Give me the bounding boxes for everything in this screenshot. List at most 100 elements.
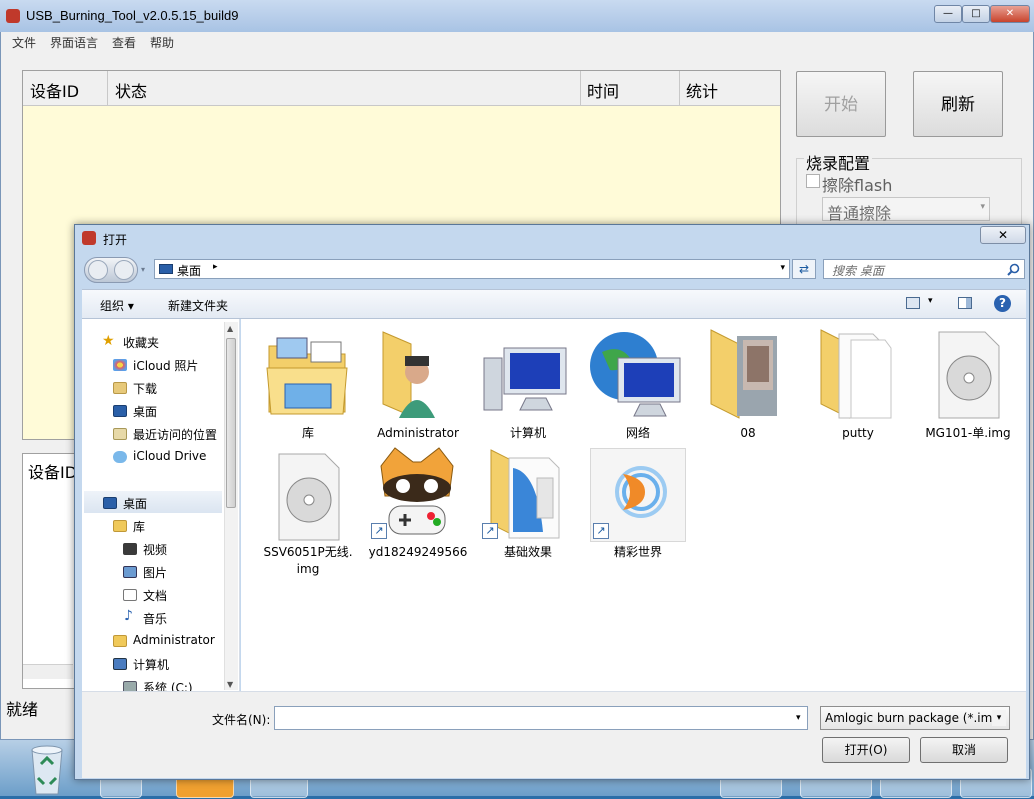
breadcrumb-arrow-icon[interactable]: ▸: [213, 262, 218, 272]
chevron-down-icon[interactable]: ▾: [928, 296, 933, 306]
filename-input[interactable]: [274, 706, 808, 730]
filetype-select[interactable]: Amlogic burn package (*.img ▾: [820, 706, 1010, 730]
column-divider: [580, 71, 581, 105]
nav-scroll-thumb[interactable]: [226, 338, 236, 508]
nav-administrator[interactable]: Administrator: [133, 633, 215, 647]
dialog-title: 打开: [103, 233, 128, 247]
minimize-button[interactable]: —: [934, 5, 962, 23]
refresh-icon[interactable]: ⇄: [792, 259, 816, 279]
disc-image-icon: [938, 331, 1000, 419]
file-item[interactable]: [260, 328, 356, 423]
icloud-drive-icon: [113, 451, 127, 463]
app-icon: [6, 9, 20, 23]
shortcut-arrow-icon: ↗: [593, 523, 609, 539]
column-divider: [679, 71, 680, 105]
folder-icon: [820, 329, 892, 419]
menu-view[interactable]: 查看: [112, 34, 136, 51]
nav-icloud-drive[interactable]: iCloud Drive: [133, 449, 206, 463]
file-item[interactable]: [260, 450, 356, 545]
view-options-icon[interactable]: [906, 297, 920, 309]
forward-arrow-icon[interactable]: [114, 260, 134, 280]
computer-icon: [483, 347, 567, 411]
menu-file[interactable]: 文件: [12, 34, 36, 51]
dialog-close-button[interactable]: ✕: [980, 226, 1026, 244]
menu-language[interactable]: 界面语言: [50, 34, 98, 51]
nav-computer[interactable]: 计算机: [133, 656, 169, 673]
search-icon[interactable]: [1007, 263, 1020, 276]
preview-pane-icon[interactable]: [958, 297, 972, 309]
column-divider: [107, 71, 108, 105]
nav-desktop-fav[interactable]: 桌面: [133, 403, 157, 420]
recent-locations-icon[interactable]: ▾: [141, 265, 145, 274]
file-name: 网络: [625, 426, 650, 440]
maximize-button[interactable]: □: [962, 5, 990, 23]
file-name: 库: [301, 426, 314, 440]
scroll-down-icon[interactable]: ▼: [227, 680, 233, 689]
status-text: 就绪: [6, 700, 39, 719]
nav-videos[interactable]: 视频: [143, 541, 167, 558]
nav-music[interactable]: 音乐: [143, 610, 167, 627]
refresh-button[interactable]: 刷新: [913, 71, 1003, 137]
cancel-button[interactable]: 取消: [920, 737, 1008, 763]
nav-documents[interactable]: 文档: [143, 587, 167, 604]
address-bar[interactable]: 桌面 ▸ ▾: [154, 259, 790, 279]
desktop-icon: [103, 497, 117, 509]
network-icon: [590, 332, 681, 417]
close-button[interactable]: ✕: [990, 5, 1030, 23]
horizontal-scrollbar[interactable]: [23, 664, 73, 679]
file-item[interactable]: [700, 328, 796, 423]
open-button[interactable]: 打开(O): [822, 737, 910, 763]
nav-favorites[interactable]: 收藏夹: [123, 334, 159, 351]
video-icon: [123, 543, 137, 555]
file-item[interactable]: [920, 328, 1016, 423]
organize-button[interactable]: 组织 ▾: [100, 297, 134, 314]
star-icon: ★: [102, 333, 115, 349]
downloads-icon: [113, 382, 127, 394]
nav-downloads[interactable]: 下载: [133, 380, 157, 397]
dialog-bottom-area: [82, 691, 1026, 778]
shortcut-arrow-icon: ↗: [371, 523, 387, 539]
erase-flash-checkbox[interactable]: [806, 174, 820, 188]
filename-label: 文件名(N):: [212, 713, 271, 727]
col-device-id[interactable]: 设备ID: [30, 78, 79, 102]
col-time[interactable]: 时间: [587, 78, 619, 102]
nav-recent-places[interactable]: 最近访问的位置: [133, 426, 217, 443]
desktop-icon: [159, 264, 173, 274]
back-arrow-icon[interactable]: [88, 260, 108, 280]
col-status[interactable]: 状态: [115, 78, 147, 102]
chevron-down-icon[interactable]: ▾: [780, 263, 785, 273]
new-folder-button[interactable]: 新建文件夹: [168, 297, 228, 314]
breadcrumb-desktop[interactable]: 桌面: [177, 262, 201, 279]
library-folder-icon: [266, 337, 348, 415]
start-button[interactable]: 开始: [796, 71, 886, 137]
col-stats[interactable]: 统计: [686, 78, 718, 102]
file-name: 08: [740, 426, 756, 440]
menu-help[interactable]: 帮助: [150, 34, 174, 51]
lower-col-device-id[interactable]: 设备ID: [28, 459, 77, 483]
music-icon: ♪: [124, 608, 133, 624]
nav-icloud-photos[interactable]: iCloud 照片: [133, 357, 198, 374]
file-name: putty: [842, 426, 874, 440]
nav-desktop[interactable]: 桌面: [123, 495, 147, 512]
photo-folder-icon: [710, 329, 777, 419]
chevron-down-icon: ▾: [980, 202, 985, 212]
help-icon[interactable]: ?: [994, 295, 1011, 312]
user-folder-icon: [382, 331, 435, 418]
file-item[interactable]: [479, 328, 575, 423]
scroll-up-icon[interactable]: ▲: [227, 324, 233, 333]
chevron-down-icon[interactable]: ▾: [796, 713, 801, 723]
lower-device-table[interactable]: [22, 453, 82, 689]
search-input[interactable]: 搜索 桌面: [823, 259, 1025, 279]
user-folder-icon: [113, 635, 127, 647]
file-item[interactable]: [370, 328, 466, 423]
dialog-app-icon: [82, 231, 96, 245]
nav-pictures[interactable]: 图片: [143, 564, 167, 581]
computer-icon: [113, 658, 127, 670]
nav-library[interactable]: 库: [133, 518, 145, 535]
file-item[interactable]: [810, 328, 906, 423]
erase-mode-select[interactable]: 普通擦除 ▾: [822, 197, 990, 223]
back-forward-buttons[interactable]: [84, 257, 138, 283]
file-item[interactable]: [588, 328, 684, 423]
recycle-bin-icon[interactable]: [24, 742, 70, 796]
filetype-value: Amlogic burn package (*.img: [825, 711, 1000, 725]
